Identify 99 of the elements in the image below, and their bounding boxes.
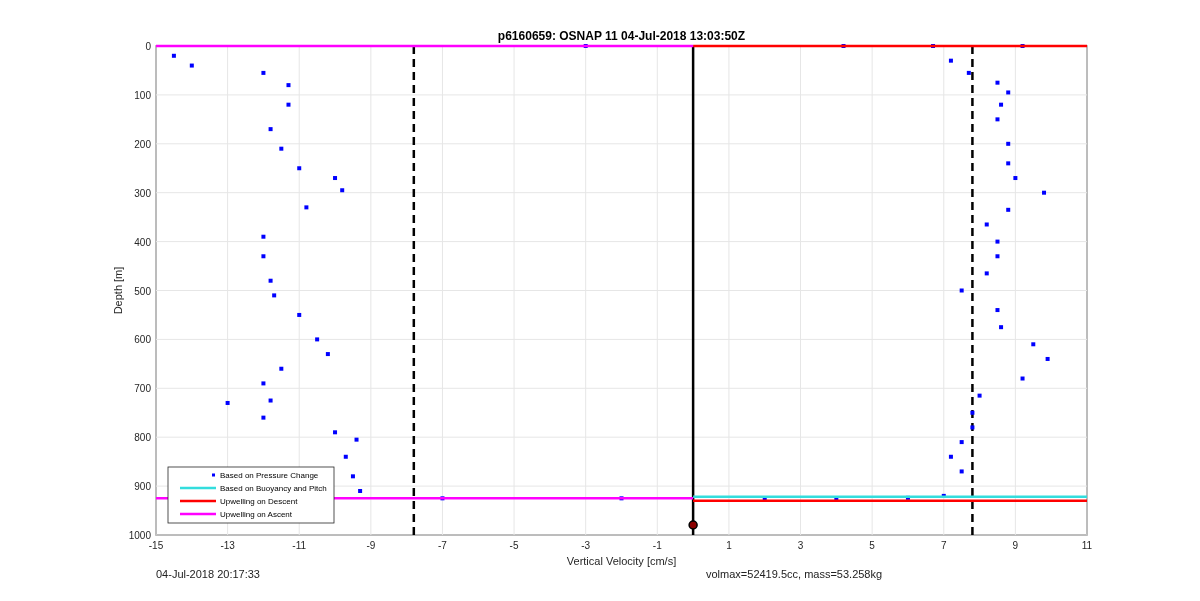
data-point	[999, 102, 1004, 107]
data-point	[905, 495, 910, 500]
tick-label: -9	[366, 540, 376, 551]
data-point	[268, 127, 273, 132]
data-point	[1020, 376, 1025, 381]
tick-label: -15	[148, 540, 164, 551]
marker-icon	[688, 520, 698, 530]
data-point	[959, 440, 964, 445]
tick-label: 1000	[128, 530, 151, 541]
data-point	[995, 80, 1000, 85]
data-point	[189, 63, 194, 68]
data-point	[1006, 161, 1011, 166]
data-point	[931, 44, 936, 48]
tick-label: -3	[581, 540, 591, 551]
data-point	[970, 425, 975, 430]
data-point	[279, 146, 284, 151]
data-point	[995, 308, 1000, 313]
tick-label: 700	[134, 383, 151, 395]
data-point	[966, 70, 971, 75]
data-point	[286, 102, 291, 107]
data-point	[171, 53, 176, 58]
tick-label: -11	[292, 540, 307, 551]
data-point	[333, 176, 338, 181]
data-point	[999, 325, 1004, 330]
data-point	[261, 254, 266, 259]
data-point	[268, 278, 273, 283]
data-point	[261, 70, 266, 75]
tick-label: 200	[134, 138, 151, 150]
data-point	[841, 44, 846, 48]
legend-line-icon	[180, 499, 216, 503]
legend-label: Upwelling on Ascent	[220, 510, 293, 519]
data-point	[297, 166, 302, 171]
tick-label: 400	[134, 236, 151, 248]
data-point	[977, 393, 982, 398]
tick-label: 500	[134, 285, 151, 297]
data-point	[340, 188, 345, 193]
summary-text: volmax=52419.5cc, mass=53.258kg	[706, 568, 884, 580]
data-point	[995, 254, 1000, 259]
data-point	[995, 239, 1000, 244]
tick-label: 600	[134, 334, 151, 346]
data-point	[261, 415, 266, 420]
data-point	[948, 454, 953, 459]
data-point	[225, 400, 230, 405]
legend-label: Upwelling on Descent	[220, 497, 298, 506]
data-point	[297, 312, 302, 317]
data-point	[583, 44, 588, 48]
data-point	[1020, 44, 1025, 48]
tick-label: 100	[134, 89, 151, 101]
data-point	[984, 271, 989, 276]
data-point	[325, 352, 330, 357]
data-point	[354, 437, 359, 442]
data-point	[970, 410, 975, 415]
legend-line-icon	[180, 486, 216, 490]
axis-title: Vertical Velocity [cm/s]	[566, 555, 677, 567]
tick-label: 3	[797, 540, 804, 551]
data-point	[272, 293, 277, 298]
legend-label: Based on Buoyancy and Pitch	[220, 484, 327, 493]
data-point	[1042, 190, 1047, 195]
data-point	[261, 234, 266, 239]
data-point	[959, 469, 964, 474]
tick-label: -1	[652, 540, 662, 551]
data-point	[268, 398, 273, 403]
data-point	[261, 381, 266, 386]
timestamp-text: 04-Jul-2018 20:17:33	[156, 568, 261, 580]
data-point	[1013, 176, 1018, 181]
data-point	[1006, 207, 1011, 212]
data-point	[959, 288, 964, 293]
data-point	[358, 489, 363, 493]
data-point	[1006, 141, 1011, 146]
data-point	[1031, 342, 1036, 347]
data-point	[279, 366, 284, 371]
tick-label: -7	[438, 540, 447, 551]
tick-label: 5	[869, 540, 875, 551]
legend-label: Based on Pressure Change	[220, 471, 319, 480]
data-point	[333, 430, 338, 435]
data-point	[984, 222, 989, 227]
tick-label: 800	[134, 432, 151, 444]
data-point	[1045, 356, 1050, 361]
tick-label: 300	[134, 187, 151, 199]
tick-label: 9	[1012, 540, 1019, 551]
legend-line-icon	[180, 512, 216, 516]
data-point	[350, 474, 355, 479]
axis-title: Depth [m]	[112, 266, 124, 315]
data-point	[1006, 90, 1011, 95]
tick-label: -13	[220, 540, 235, 551]
data-point	[286, 83, 291, 88]
tick-label: 1	[726, 540, 732, 551]
data-point	[995, 117, 1000, 122]
data-point	[315, 337, 320, 342]
data-point	[304, 205, 309, 210]
tick-label: 0	[145, 41, 151, 52]
data-point	[948, 58, 953, 63]
tick-label: 7	[941, 540, 947, 551]
tick-label: -5	[509, 540, 519, 551]
tick-label: 900	[134, 481, 151, 493]
chart-title: p6160659: OSNAP 11 04-Jul-2018 13:03:50Z	[497, 29, 746, 43]
tick-label: 11	[1081, 540, 1093, 551]
data-point	[941, 493, 946, 498]
data-point	[343, 454, 348, 459]
